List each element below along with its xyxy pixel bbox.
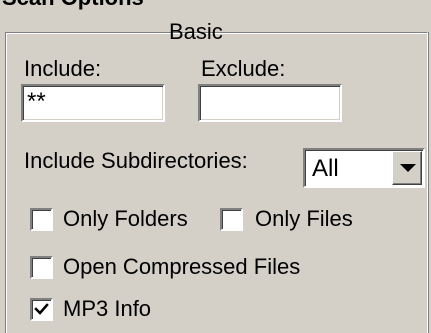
only-folders-checkbox[interactable] [30,208,53,231]
checkmark-icon [34,303,49,315]
include-input[interactable]: ** [21,84,165,122]
only-files-checkbox[interactable] [220,208,243,231]
include-subdirectories-value: All [312,155,339,182]
open-compressed-files-label[interactable]: Open Compressed Files [63,254,300,280]
group-divider-right [278,32,421,34]
include-subdirectories-label: Include Subdirectories: [24,148,248,173]
only-files-label[interactable]: Only Files [255,206,353,232]
section-title: Scan Options [2,0,144,11]
chevron-down-icon [400,164,416,172]
mp3-info-label[interactable]: MP3 Info [63,296,151,322]
group-divider-left [10,32,148,34]
exclude-input[interactable] [198,84,342,122]
exclude-label: Exclude: [201,56,286,81]
dropdown-button[interactable] [392,151,422,185]
include-label: Include: [24,56,102,81]
only-folders-label[interactable]: Only Folders [63,206,188,232]
group-title: Basic [169,19,223,44]
include-subdirectories-select[interactable]: All [303,148,425,188]
open-compressed-files-checkbox[interactable] [30,256,53,279]
